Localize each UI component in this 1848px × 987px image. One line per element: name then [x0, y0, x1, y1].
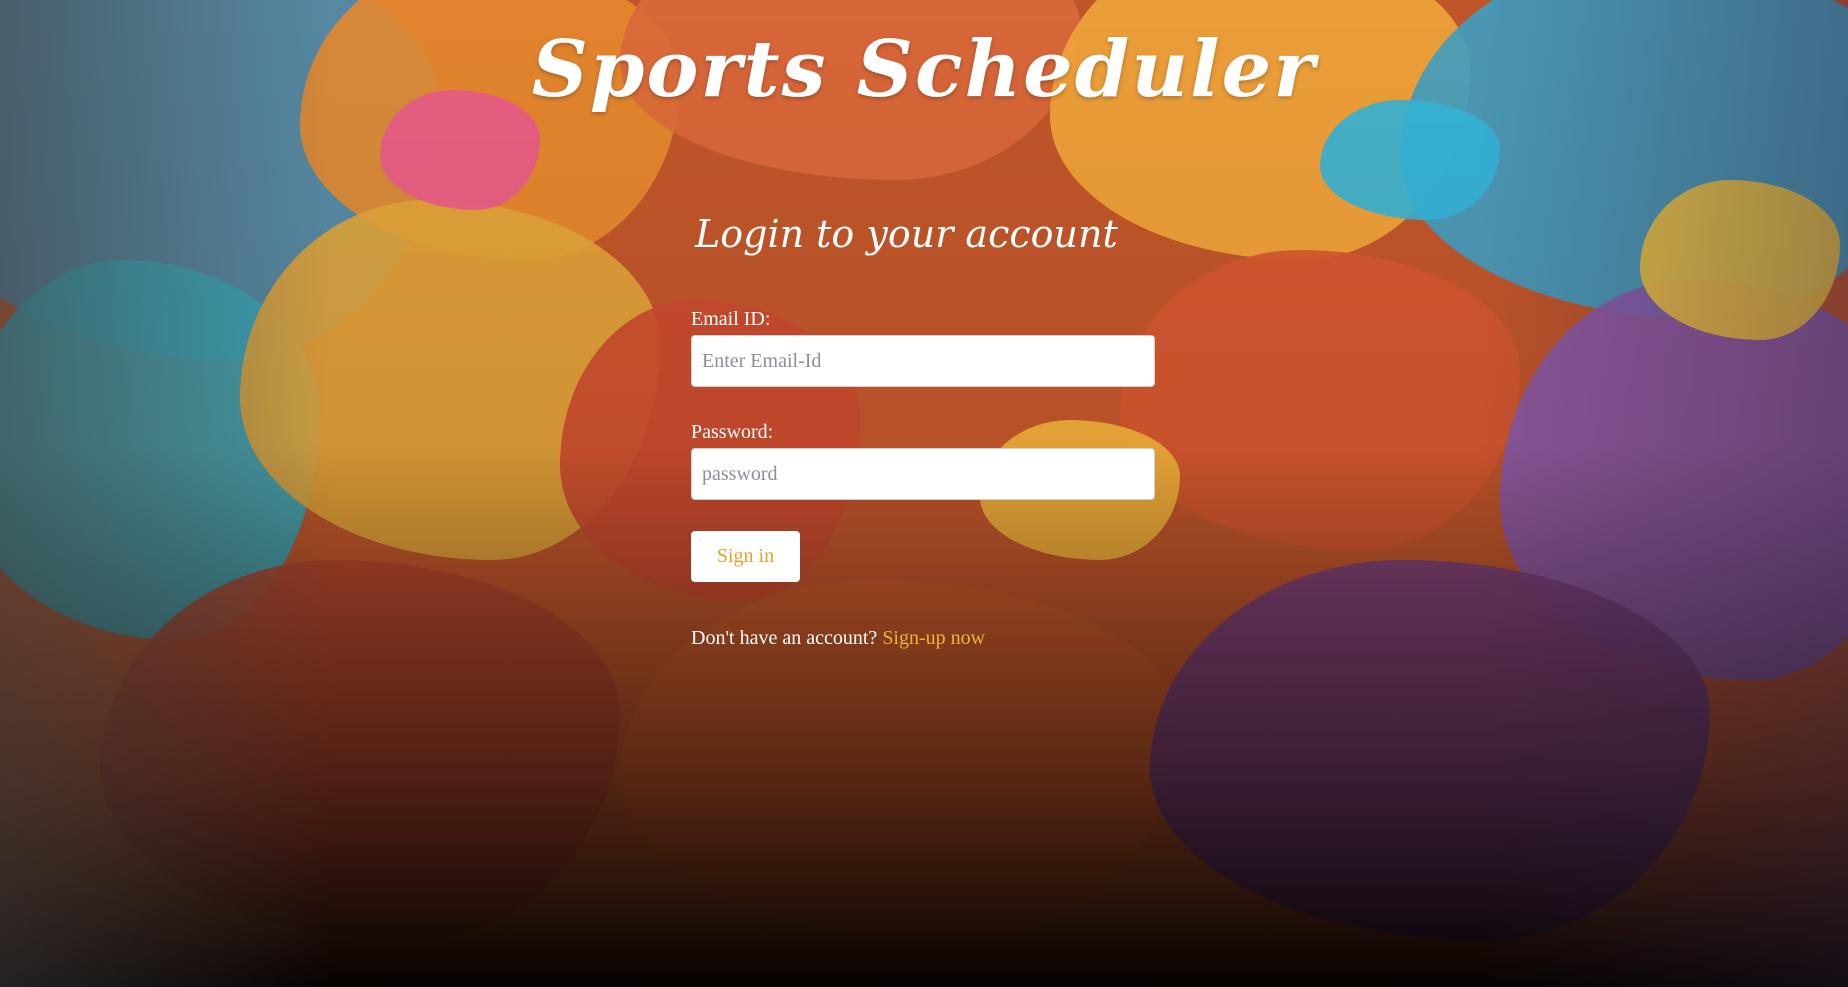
signup-prompt-row: Don't have an account? Sign-up now [691, 626, 1155, 650]
login-form: Login to your account Email ID: Password… [691, 208, 1155, 650]
signup-prompt-text: Don't have an account? [691, 627, 878, 649]
password-label: Password: [691, 421, 774, 443]
sign-in-button[interactable]: Sign in [691, 531, 800, 582]
email-input[interactable] [691, 335, 1155, 387]
signup-link[interactable]: Sign-up now [882, 627, 985, 649]
app-title: Sports Scheduler [531, 24, 1317, 115]
email-label: Email ID: [691, 308, 771, 330]
password-input[interactable] [691, 448, 1155, 500]
login-heading: Login to your account [695, 212, 1118, 256]
